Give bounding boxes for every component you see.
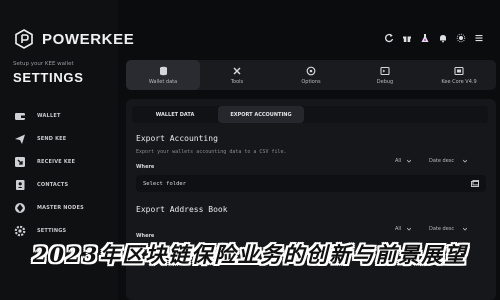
send-icon [13,132,27,146]
database-icon [158,66,168,76]
export-accounting-description: Export your wallets accounting data to a… [136,149,287,155]
tab-label: Options [301,78,321,85]
sidebar-item-label: CONTACTS [37,181,69,188]
export-address-book-title: Export Address Book [136,205,228,214]
sidebar-item-master-nodes[interactable]: MASTER NODES [13,196,113,219]
subtab-export-accounting[interactable]: EXPORT ACCOUNTING [218,106,304,123]
settings-tabs: Wallet data Tools Options Debug Kee Core… [126,60,496,90]
banner-text: 2023年区块链保险业务的创新与前景展望 [32,242,468,267]
sidebar-item-receive-kee[interactable]: RECEIVE KEE [13,150,113,173]
sidebar-item-send-kee[interactable]: SEND KEE [13,127,113,150]
sidebar-item-label: WALLET [37,112,61,119]
filter-value: All [395,226,402,232]
where-label: Where [136,164,155,170]
tab-label: Kee Core V4.9 [441,78,477,85]
tools-icon [232,66,242,76]
sidebar-subtitle: Setup your KEE wallet [13,61,74,67]
tab-label: Wallet data [148,78,178,85]
export-accounting-title: Export Accounting [136,134,218,143]
sort-value: Date desc [429,226,455,232]
tab-tools[interactable]: Tools [200,60,274,90]
options-icon [306,66,316,76]
sidebar-item-label: SEND KEE [37,135,67,142]
tab-debug[interactable]: Debug [348,60,422,90]
folder-icon[interactable] [471,180,479,187]
sun-icon[interactable] [455,32,466,43]
logo: POWERKEE [14,29,134,49]
master-nodes-icon [13,201,27,215]
refresh-icon[interactable] [383,32,394,43]
sidebar-nav: WALLET SEND KEE RECEIVE KEE CONTACTS MAS… [13,104,113,242]
sidebar-item-wallet[interactable]: WALLET [13,104,113,127]
contacts-icon [13,178,27,192]
folder-select-field[interactable]: Select folder [136,175,486,192]
folder-placeholder: Select folder [143,180,187,187]
overlay-banner: 2023年区块链保险业务的创新与前景展望 [0,234,500,274]
sidebar-item-label: RECEIVE KEE [37,158,76,165]
flask-icon[interactable] [419,32,430,43]
subtabs: WALLET DATA EXPORT ACCOUNTING [132,106,488,123]
chevron-down-icon [463,227,467,231]
filter-select[interactable]: All [391,155,415,167]
sort-value: Date desc [429,158,455,164]
chevron-down-icon [463,159,467,163]
receive-icon [13,155,27,169]
sidebar-item-contacts[interactable]: CONTACTS [13,173,113,196]
tab-wallet-data[interactable]: Wallet data [126,60,200,90]
brand-name: POWERKEE [42,30,135,48]
sort-select[interactable]: Date desc [425,155,471,167]
sidebar-item-label: MASTER NODES [37,204,84,211]
debug-icon [380,66,390,76]
subtab-wallet-data[interactable]: WALLET DATA [132,106,218,123]
tab-options[interactable]: Options [274,60,348,90]
chevron-down-icon [407,159,411,163]
wallet-icon [13,109,27,123]
page-title: SETTINGS [13,70,84,85]
tab-label: Tools [230,78,244,85]
powerkee-logo-icon [15,29,33,49]
core-icon [454,66,464,76]
tab-kee-core[interactable]: Kee Core V4.9 [422,60,496,90]
top-controls [383,32,484,43]
sidebar-item-label: SETTINGS [37,227,67,234]
gift-icon[interactable] [401,32,412,43]
chevron-down-icon [407,227,411,231]
filter-value: All [395,158,402,164]
menu-icon[interactable] [473,32,484,43]
tab-label: Debug [376,78,394,85]
bell-icon[interactable] [437,32,448,43]
